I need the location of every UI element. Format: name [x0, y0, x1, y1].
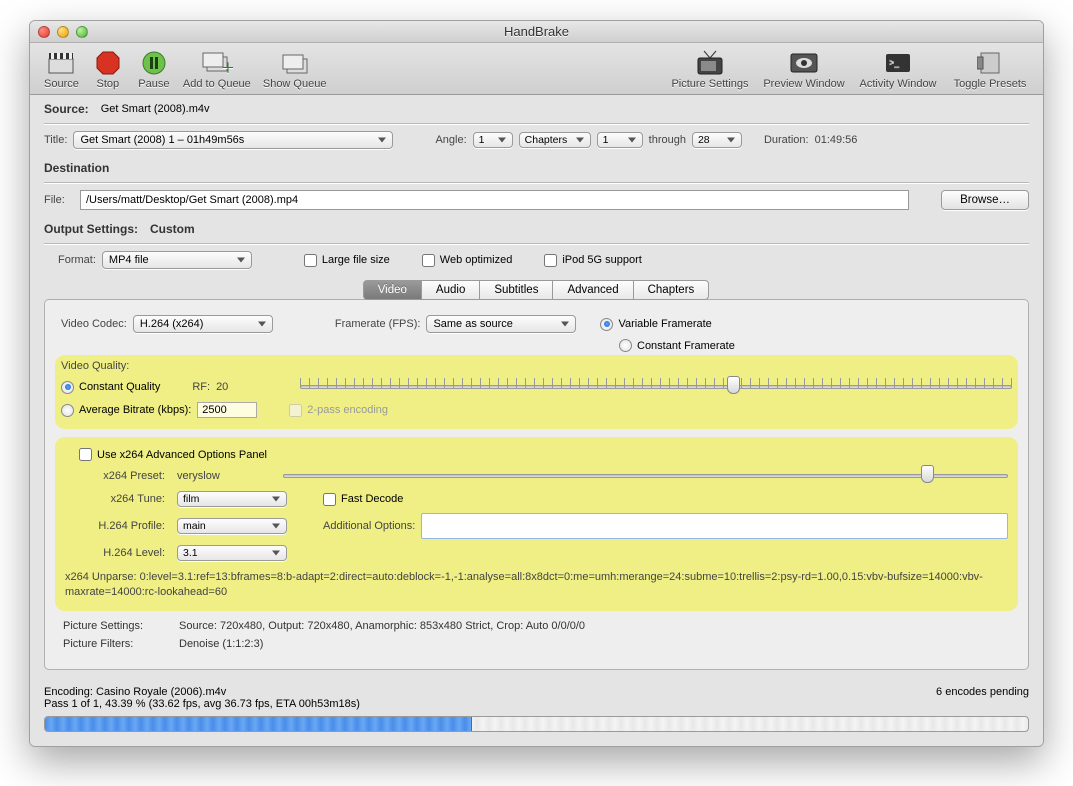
- tv-icon: [694, 49, 726, 77]
- pic-settings-label: Picture Settings:: [63, 620, 173, 632]
- toolbar: Source Stop Pause ＋ Add to Queue Show Qu…: [30, 43, 1043, 95]
- level-select[interactable]: 3.1: [177, 545, 287, 561]
- duration-label: Duration:: [764, 134, 809, 146]
- picture-settings-button[interactable]: Picture Settings: [663, 47, 757, 92]
- fast-decode-check[interactable]: Fast Decode: [323, 493, 403, 506]
- clapperboard-icon: [45, 49, 77, 77]
- tab-audio[interactable]: Audio: [421, 280, 480, 300]
- encoding-label: Encoding:: [44, 686, 93, 698]
- format-label: Format:: [58, 254, 96, 266]
- titlebar: HandBrake: [30, 21, 1043, 43]
- svg-text:＋: ＋: [221, 60, 233, 75]
- pass-status: Pass 1 of 1, 43.39 % (33.62 fps, avg 36.…: [44, 698, 360, 710]
- drawer-icon: [974, 49, 1006, 77]
- pic-filters-value: Denoise (1:1:2:3): [179, 638, 263, 650]
- pic-settings-value: Source: 720x480, Output: 720x480, Anamor…: [179, 620, 585, 632]
- pause-button[interactable]: Pause: [131, 47, 177, 92]
- file-field[interactable]: [80, 190, 909, 210]
- source-label: Source:: [44, 102, 89, 116]
- toggle-presets-button[interactable]: Toggle Presets: [945, 47, 1035, 92]
- source-value: Get Smart (2008).m4v: [101, 103, 210, 115]
- angle-select[interactable]: 1: [473, 132, 513, 148]
- cfr-radio[interactable]: Constant Framerate: [619, 339, 735, 352]
- activity-window-button[interactable]: >_ Activity Window: [851, 47, 945, 92]
- tabs: Video Audio Subtitles Advanced Chapters: [44, 280, 1029, 300]
- duration-value: 01:49:56: [815, 134, 858, 146]
- codec-label: Video Codec:: [61, 318, 127, 330]
- output-preset: Custom: [150, 222, 195, 236]
- destination-header: Destination: [44, 161, 109, 175]
- format-select[interactable]: MP4 file: [102, 251, 252, 269]
- add-opts-field[interactable]: [421, 513, 1008, 539]
- large-file-check[interactable]: Large file size: [304, 254, 390, 267]
- progress-bar: [44, 716, 1029, 732]
- range-type-select[interactable]: Chapters: [519, 132, 591, 148]
- rf-label: RF:: [192, 381, 210, 393]
- quality-slider[interactable]: [300, 378, 1012, 396]
- pic-filters-label: Picture Filters:: [63, 638, 173, 650]
- web-opt-check[interactable]: Web optimized: [422, 254, 513, 267]
- rf-value: 20: [216, 381, 228, 393]
- preset-label: x264 Preset:: [65, 470, 165, 482]
- browse-button[interactable]: Browse…: [941, 190, 1029, 210]
- tab-video[interactable]: Video: [363, 280, 422, 300]
- fps-select[interactable]: Same as source: [426, 315, 576, 333]
- abr-field[interactable]: [197, 402, 257, 418]
- level-label: H.264 Level:: [65, 547, 165, 559]
- fps-label: Framerate (FPS):: [335, 318, 421, 330]
- profile-label: H.264 Profile:: [65, 520, 165, 532]
- video-panel: Video Codec: H.264 (x264) Framerate (FPS…: [44, 299, 1029, 670]
- quality-header: Video Quality:: [61, 360, 129, 372]
- two-pass-check[interactable]: 2-pass encoding: [289, 404, 388, 417]
- terminal-icon: >_: [882, 49, 914, 77]
- encoding-value: Casino Royale (2006).m4v: [96, 686, 226, 698]
- tune-select[interactable]: film: [177, 491, 287, 507]
- preset-slider[interactable]: [283, 467, 1008, 485]
- tab-subtitles[interactable]: Subtitles: [479, 280, 553, 300]
- title-label: Title:: [44, 134, 67, 146]
- chapter-to-select[interactable]: 28: [692, 132, 742, 148]
- vfr-radio[interactable]: Variable Framerate: [600, 318, 711, 331]
- stop-icon: [92, 49, 124, 77]
- abr-radio[interactable]: Average Bitrate (kbps):: [61, 404, 191, 417]
- pending-status: 6 encodes pending: [936, 686, 1029, 710]
- pause-icon: [138, 49, 170, 77]
- file-label: File:: [44, 194, 74, 206]
- window-title: HandBrake: [30, 24, 1043, 39]
- title-select[interactable]: Get Smart (2008) 1 – 01h49m56s: [73, 131, 393, 149]
- through-label: through: [649, 134, 686, 146]
- use-adv-check[interactable]: Use x264 Advanced Options Panel: [79, 448, 267, 461]
- output-header: Output Settings:: [44, 222, 138, 236]
- chapter-from-select[interactable]: 1: [597, 132, 643, 148]
- eye-icon: [788, 49, 820, 77]
- tab-chapters[interactable]: Chapters: [633, 280, 710, 300]
- stop-button[interactable]: Stop: [85, 47, 131, 92]
- add-queue-icon: ＋: [201, 49, 233, 77]
- preset-value: veryslow: [177, 470, 277, 482]
- angle-label: Angle:: [435, 134, 466, 146]
- add-queue-button[interactable]: ＋ Add to Queue: [177, 47, 257, 92]
- add-opts-label: Additional Options:: [323, 520, 415, 532]
- tune-label: x264 Tune:: [65, 493, 165, 505]
- source-button[interactable]: Source: [38, 47, 85, 92]
- show-queue-button[interactable]: Show Queue: [257, 47, 333, 92]
- ipod-check[interactable]: iPod 5G support: [544, 254, 642, 267]
- tab-advanced[interactable]: Advanced: [552, 280, 633, 300]
- svg-text:>_: >_: [889, 57, 900, 67]
- app-window: HandBrake Source Stop Pause ＋ Add to Que…: [29, 20, 1044, 747]
- unparse-text: x264 Unparse: 0:level=3.1:ref=13:bframes…: [65, 564, 1008, 601]
- cq-radio[interactable]: Constant Quality: [61, 381, 160, 394]
- show-queue-icon: [279, 49, 311, 77]
- preview-window-button[interactable]: Preview Window: [757, 47, 851, 92]
- profile-select[interactable]: main: [177, 518, 287, 534]
- codec-select[interactable]: H.264 (x264): [133, 315, 273, 333]
